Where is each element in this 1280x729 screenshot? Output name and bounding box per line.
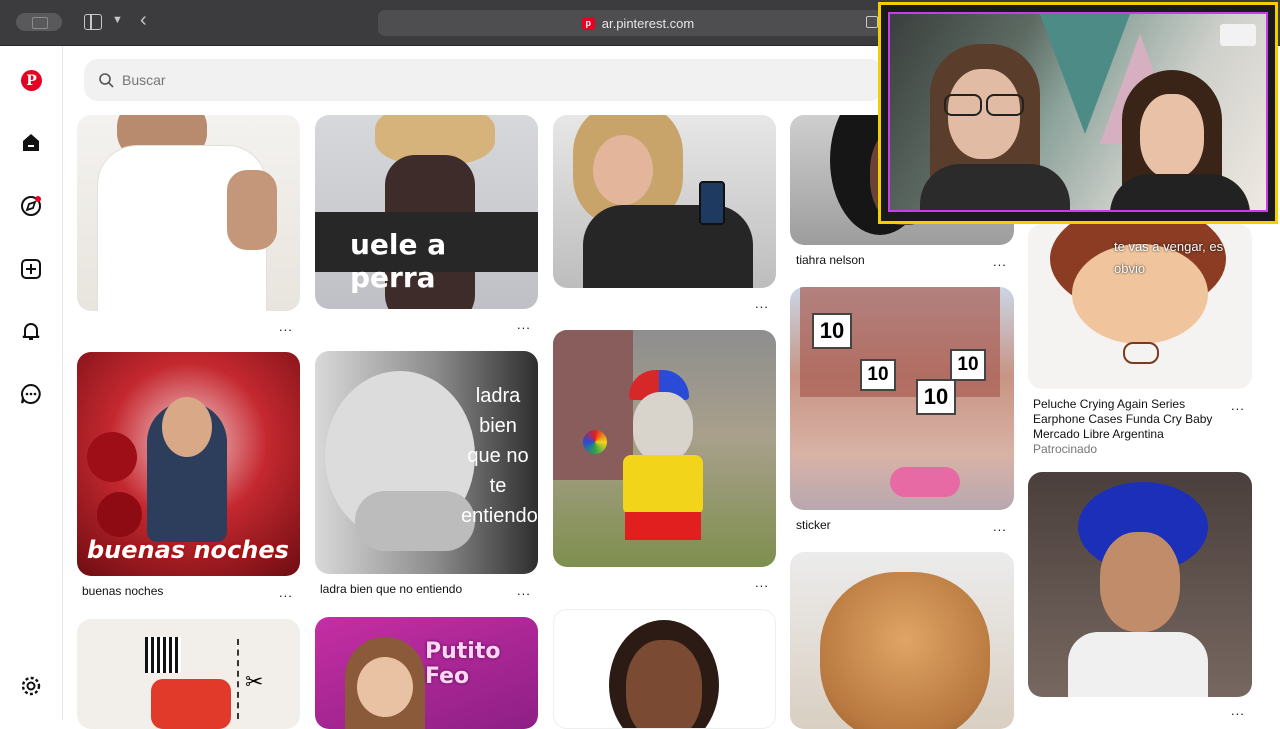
pin-title[interactable]: tiahra nelson — [796, 253, 865, 267]
pin-image[interactable]: buenas noches — [77, 352, 300, 576]
pin-image[interactable] — [77, 115, 300, 311]
left-sidebar: P — [0, 46, 63, 720]
score-card: 10 — [860, 359, 896, 391]
pin-options-icon[interactable]: ... — [517, 583, 531, 598]
pin-caption: buenas noches — [87, 536, 289, 564]
sponsored-store[interactable]: Mercado Libre Argentina — [1033, 427, 1164, 441]
pin-image[interactable] — [553, 609, 776, 729]
webcam-video — [888, 12, 1268, 212]
pin-image[interactable]: ladra bien que no te entiendo — [315, 351, 538, 574]
search-input[interactable]: Buscar — [122, 72, 166, 88]
chevron-down-icon[interactable]: ▼ — [112, 14, 123, 26]
pin-options-icon[interactable]: ... — [993, 519, 1007, 534]
notifications-icon[interactable] — [20, 320, 42, 342]
sidebar-toggle-icon[interactable] — [84, 14, 102, 30]
pin-title[interactable]: sticker — [796, 518, 831, 532]
score-card: 10 — [916, 379, 956, 415]
pin-image[interactable]: Putito Feo — [315, 617, 538, 729]
scissors-icon: ✂ — [245, 669, 264, 694]
pin-options-icon[interactable]: ... — [993, 254, 1007, 269]
webcam-overlay — [878, 2, 1278, 224]
url-text: ar.pinterest.com — [601, 15, 695, 31]
explore-icon[interactable] — [20, 195, 42, 217]
pin-options-icon[interactable]: ... — [279, 319, 293, 334]
search-bar[interactable]: Buscar — [84, 59, 884, 101]
score-card: 10 — [950, 349, 986, 381]
messages-icon[interactable] — [20, 383, 42, 405]
pin-options-icon[interactable]: ... — [1231, 398, 1245, 413]
pin-image[interactable] — [553, 115, 776, 288]
pin-options-icon[interactable]: ... — [279, 585, 293, 600]
pin-caption: te vas a vengar, es obvio — [1114, 239, 1224, 277]
address-bar[interactable]: p ar.pinterest.com — [378, 10, 898, 36]
pin-options-icon[interactable]: ... — [517, 317, 531, 332]
search-icon — [99, 73, 114, 88]
pin-caption: Putito Feo — [425, 639, 501, 689]
pin-options-icon[interactable]: ... — [755, 575, 769, 590]
pin-title[interactable]: ladra bien que no entiendo — [320, 582, 462, 596]
sponsored-tag: Patrocinado — [1033, 442, 1098, 456]
pin-caption: uele a perra — [350, 228, 447, 294]
pinterest-favicon-icon: p — [581, 16, 595, 30]
pin-options-icon[interactable]: ... — [1231, 703, 1245, 718]
pin-caption: ladra bien que no te entiendo — [461, 385, 538, 527]
pin-image[interactable] — [553, 330, 776, 567]
pin-image[interactable]: te vas a vengar, es obvio — [1028, 224, 1252, 389]
sponsored-pin-title[interactable]: Peluche Crying Again Series Earphone Cas… — [1033, 397, 1223, 427]
pin-image[interactable]: ✂ — [77, 619, 300, 729]
score-card: 10 — [812, 313, 852, 349]
pin-image[interactable] — [1028, 472, 1252, 697]
pin-image[interactable]: 10 10 10 10 — [790, 287, 1014, 510]
create-icon[interactable] — [20, 258, 42, 280]
pinterest-logo-icon[interactable]: P — [21, 70, 42, 91]
pin-image[interactable] — [790, 552, 1014, 729]
pin-title[interactable]: buenas noches — [82, 584, 163, 598]
tabs-overview-icon[interactable] — [866, 16, 878, 28]
home-icon[interactable] — [20, 132, 42, 154]
pin-options-icon[interactable]: ... — [755, 296, 769, 311]
window-pill[interactable] — [16, 13, 62, 31]
pin-image[interactable]: uele a perra — [315, 115, 538, 309]
settings-icon[interactable] — [20, 675, 42, 697]
back-arrow-icon[interactable]: ‹ — [140, 9, 147, 32]
